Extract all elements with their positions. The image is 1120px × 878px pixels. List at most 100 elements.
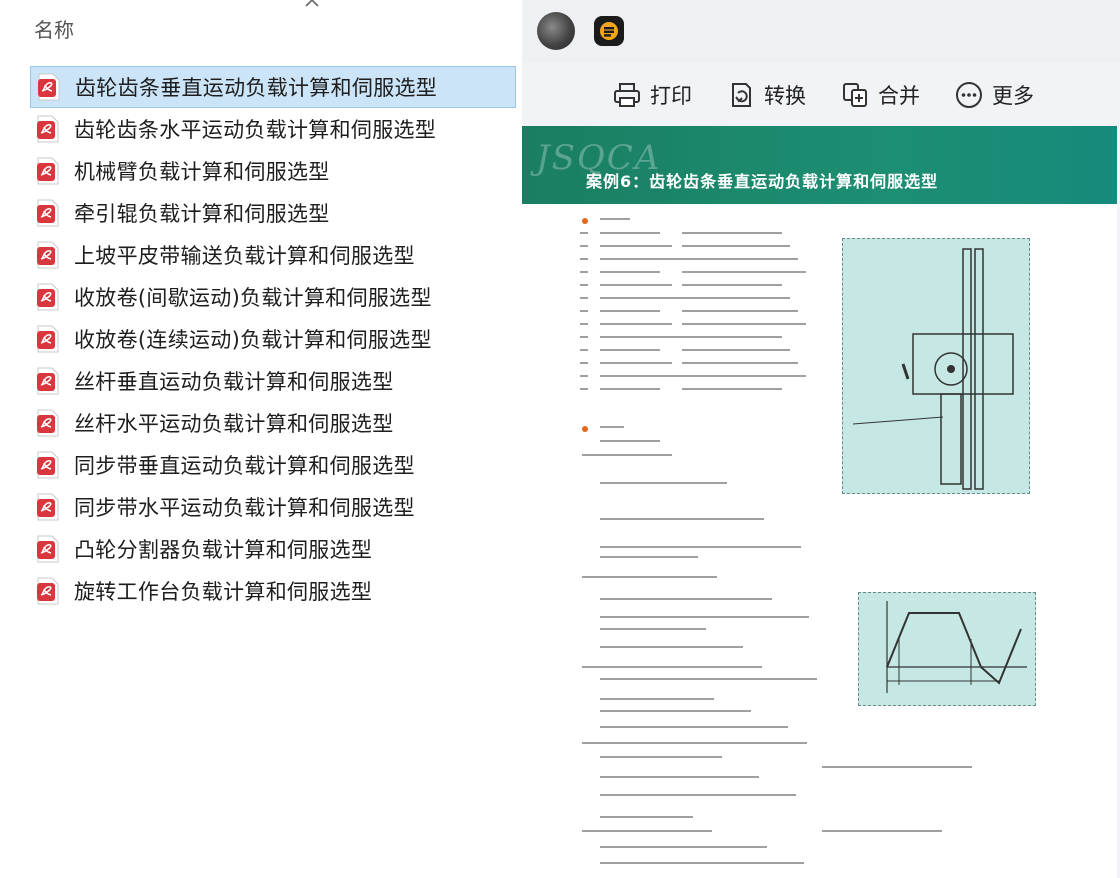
- text-line: [600, 756, 722, 758]
- text-line: [682, 388, 782, 390]
- text-line: [600, 426, 624, 428]
- text-line: [600, 218, 630, 220]
- text-line: [582, 454, 672, 456]
- text-line: [600, 616, 809, 618]
- text-line: [580, 388, 588, 390]
- text-line: [580, 297, 588, 299]
- app-logo-icon[interactable]: [594, 16, 624, 46]
- text-line: [600, 862, 804, 864]
- print-button[interactable]: 打印: [612, 80, 692, 110]
- file-row[interactable]: 上坡平皮带输送负载计算和伺服选型: [30, 234, 516, 276]
- more-label: 更多: [992, 84, 1034, 108]
- pdf-file-icon: [37, 451, 59, 479]
- text-line: [682, 310, 798, 312]
- avatar[interactable]: [537, 12, 575, 50]
- text-line: [600, 556, 698, 558]
- text-line: [600, 776, 759, 778]
- file-list-pane: 名称 齿轮齿条垂直运动负载计算和伺服选型 齿轮齿条水平运动负载计算和伺服选型机械臂…: [0, 0, 522, 878]
- text-line: [600, 646, 743, 648]
- text-line: [600, 232, 660, 234]
- preview-pane: 打印 转换 合并 更多 JSQCA 案例6：齿轮齿条垂直运动负载计算和伺服选型: [522, 0, 1120, 878]
- file-row[interactable]: 同步带水平运动负载计算和伺服选型: [30, 486, 516, 528]
- file-name: 同步带水平运动负载计算和伺服选型: [74, 496, 415, 520]
- text-line: [600, 284, 672, 286]
- text-line: [600, 726, 788, 728]
- file-row[interactable]: 收放卷(间歇运动)负载计算和伺服选型: [30, 276, 516, 318]
- file-name: 上坡平皮带输送负载计算和伺服选型: [74, 244, 415, 268]
- file-name: 收放卷(间歇运动)负载计算和伺服选型: [74, 286, 432, 310]
- print-label: 打印: [650, 84, 692, 108]
- text-line: [600, 297, 684, 299]
- file-list: 齿轮齿条垂直运动负载计算和伺服选型 齿轮齿条水平运动负载计算和伺服选型机械臂负载计…: [30, 66, 516, 612]
- file-row[interactable]: 齿轮齿条水平运动负载计算和伺服选型: [30, 108, 516, 150]
- text-line: [682, 375, 806, 377]
- text-line: [600, 698, 714, 700]
- file-row[interactable]: 旋转工作台负载计算和伺服选型: [30, 570, 516, 612]
- preview-topbar: [522, 0, 1120, 62]
- text-line: [682, 336, 782, 338]
- file-row[interactable]: 齿轮齿条垂直运动负载计算和伺服选型: [30, 66, 516, 108]
- text-line: [600, 375, 684, 377]
- file-row[interactable]: 收放卷(连续运动)负载计算和伺服选型: [30, 318, 516, 360]
- convert-label: 转换: [764, 84, 806, 108]
- pdf-file-icon: [37, 409, 59, 437]
- preview-toolbar: 打印 转换 合并 更多: [612, 74, 1068, 116]
- text-line: [822, 766, 972, 768]
- text-line: [600, 440, 660, 442]
- merge-icon: [843, 83, 867, 107]
- convert-button[interactable]: 转换: [726, 80, 806, 110]
- text-line: [600, 388, 660, 390]
- bullet-dot: [582, 426, 588, 432]
- mechanism-figure: [842, 238, 1030, 494]
- merge-button[interactable]: 合并: [840, 80, 920, 110]
- text-line: [682, 258, 798, 260]
- file-row[interactable]: 凸轮分割器负载计算和伺服选型: [30, 528, 516, 570]
- more-icon: [956, 82, 982, 108]
- file-name: 丝杆垂直运动负载计算和伺服选型: [74, 370, 394, 394]
- file-row[interactable]: 牵引辊负载计算和伺服选型: [30, 192, 516, 234]
- document-banner: JSQCA 案例6：齿轮齿条垂直运动负载计算和伺服选型: [522, 126, 1117, 204]
- text-line: [580, 284, 588, 286]
- text-line: [682, 232, 782, 234]
- text-line: [600, 794, 796, 796]
- convert-icon: [732, 83, 751, 107]
- merge-label: 合并: [878, 84, 920, 108]
- pdf-file-icon: [37, 577, 59, 605]
- pdf-file-icon: [37, 325, 59, 353]
- file-name: 齿轮齿条水平运动负载计算和伺服选型: [74, 118, 437, 142]
- column-header-name[interactable]: 名称: [34, 14, 74, 43]
- text-line: [600, 598, 772, 600]
- text-line: [822, 830, 942, 832]
- file-row[interactable]: 丝杆垂直运动负载计算和伺服选型: [30, 360, 516, 402]
- text-line: [682, 362, 798, 364]
- chevron-up-icon[interactable]: [303, 0, 321, 12]
- text-line: [580, 232, 588, 234]
- file-name: 收放卷(连续运动)负载计算和伺服选型: [74, 328, 432, 352]
- pdf-file-icon: [37, 115, 59, 143]
- mechanism-drawing: [852, 248, 1014, 490]
- text-line: [682, 284, 782, 286]
- file-row[interactable]: 丝杆水平运动负载计算和伺服选型: [30, 402, 516, 444]
- more-button[interactable]: 更多: [954, 80, 1034, 110]
- text-line: [682, 297, 790, 299]
- file-row[interactable]: 同步带垂直运动负载计算和伺服选型: [30, 444, 516, 486]
- text-line: [582, 742, 807, 744]
- file-name: 丝杆水平运动负载计算和伺服选型: [74, 412, 394, 436]
- text-line: [600, 245, 672, 247]
- text-line: [580, 336, 588, 338]
- file-row[interactable]: 机械臂负载计算和伺服选型: [30, 150, 516, 192]
- text-line: [580, 362, 588, 364]
- text-line: [600, 349, 660, 351]
- text-line: [600, 310, 660, 312]
- pdf-file-icon: [37, 535, 59, 563]
- text-line: [600, 271, 660, 273]
- pdf-file-icon: [37, 157, 59, 185]
- motion-profile-figure: [858, 592, 1036, 706]
- text-line: [600, 678, 817, 680]
- file-name: 齿轮齿条垂直运动负载计算和伺服选型: [75, 76, 438, 100]
- text-line: [600, 816, 693, 818]
- document-preview-page[interactable]: JSQCA 案例6：齿轮齿条垂直运动负载计算和伺服选型: [522, 126, 1117, 878]
- bullet-dot: [582, 218, 588, 224]
- text-line: [682, 271, 806, 273]
- file-name: 旋转工作台负载计算和伺服选型: [74, 580, 373, 604]
